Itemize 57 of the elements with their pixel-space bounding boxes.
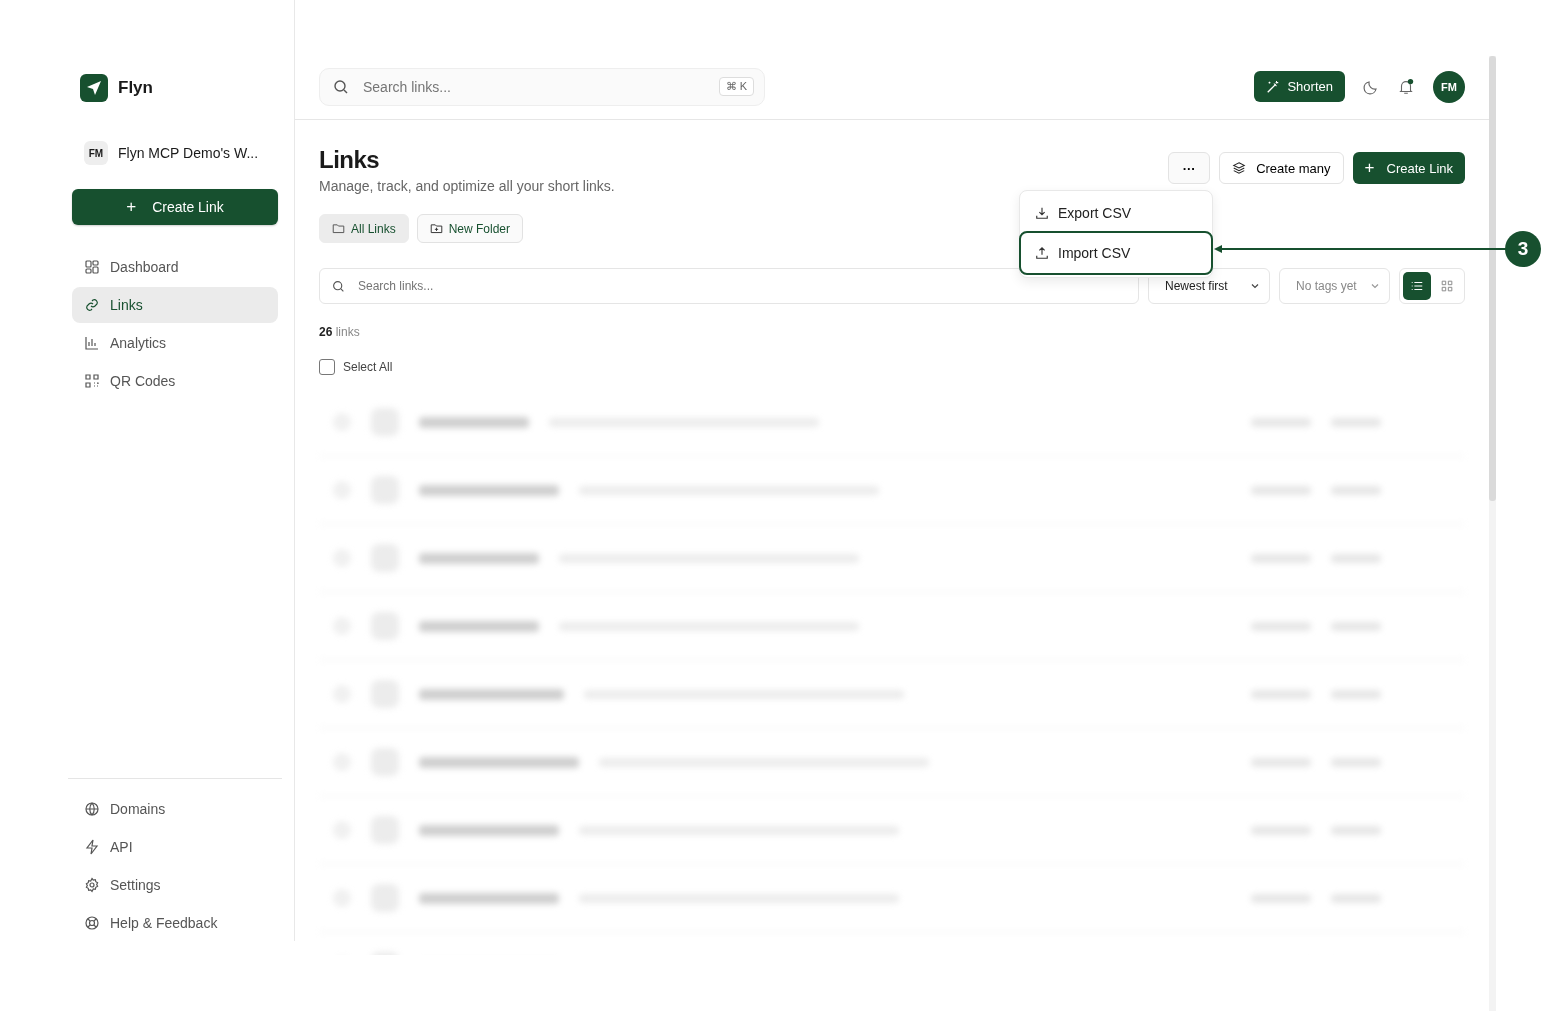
shortcut-key: ⌘ K: [718, 77, 754, 96]
download-icon: [1035, 206, 1049, 220]
nav-item[interactable]: Dashboard: [72, 249, 278, 285]
nav-item[interactable]: QR Codes: [72, 363, 278, 399]
workspace-avatar: FM: [84, 141, 108, 165]
nav-item[interactable]: Help & Feedback: [72, 905, 278, 941]
nav-item[interactable]: API: [72, 829, 278, 865]
menu-item[interactable]: Import CSV: [1019, 231, 1213, 275]
page-title: Links: [319, 146, 381, 174]
search-icon: [333, 78, 349, 95]
create-link-button[interactable]: + Create Link: [1352, 152, 1465, 184]
link-icon: [84, 297, 100, 313]
moon-icon[interactable]: [1363, 78, 1379, 95]
link-count: 26 links: [319, 325, 360, 339]
layers-icon: [1232, 161, 1247, 175]
bell-icon[interactable]: [1397, 77, 1415, 96]
brand-name: Flyn: [118, 78, 153, 98]
upload-icon: [1035, 246, 1049, 260]
list-view-button[interactable]: [1403, 272, 1431, 300]
dashboard-icon: [84, 259, 100, 275]
search-icon: [332, 279, 345, 293]
folder-tab[interactable]: New Folder: [416, 214, 524, 243]
shorten-button[interactable]: Shorten: [1254, 71, 1345, 102]
search-field[interactable]: Search links...: [319, 268, 1139, 304]
list-icon: [1410, 279, 1424, 293]
folder-plus-icon: [429, 222, 443, 235]
create-link-button[interactable]: + Create Link: [72, 189, 278, 225]
logo-icon: [80, 74, 108, 102]
globe-icon: [84, 801, 100, 817]
user-avatar[interactable]: FM: [1433, 70, 1465, 103]
folder-tab[interactable]: All Links: [319, 214, 409, 243]
folder-icon: [332, 222, 345, 235]
bar-chart-icon: [84, 335, 100, 351]
workspace-name[interactable]: Flyn MCP Demo's W...: [118, 145, 259, 161]
callout-badge: 3: [1505, 231, 1541, 267]
scrollbar-thumb[interactable]: [1489, 56, 1496, 501]
search-field[interactable]: Search links... ⌘ K: [319, 67, 765, 106]
lifebuoy-icon: [84, 915, 100, 931]
create-many-button[interactable]: Create many: [1219, 152, 1344, 184]
nav-item[interactable]: Domains: [72, 791, 278, 827]
checkbox[interactable]: [319, 359, 335, 375]
settings-icon: [84, 877, 100, 893]
search-input[interactable]: Search links...: [356, 278, 1126, 294]
sort-dropdown[interactable]: Newest first: [1148, 268, 1270, 304]
grid-icon: [1440, 279, 1454, 293]
select-all-label: Select All: [343, 360, 393, 374]
magic-wand-icon: [1266, 79, 1281, 94]
more-button[interactable]: ···: [1168, 152, 1211, 184]
search-input[interactable]: Search links...: [361, 77, 707, 96]
page-subtitle: Manage, track, and optimize all your short links.: [319, 178, 615, 194]
nav-item[interactable]: Analytics: [72, 325, 278, 361]
menu-item[interactable]: Export CSV: [1020, 195, 1212, 231]
lightning-icon: [84, 839, 100, 855]
tags-dropdown[interactable]: No tags yet: [1279, 268, 1390, 304]
qr-code-icon: [84, 373, 100, 389]
nav-item[interactable]: Links: [72, 287, 278, 323]
nav-item[interactable]: Settings: [72, 867, 278, 903]
